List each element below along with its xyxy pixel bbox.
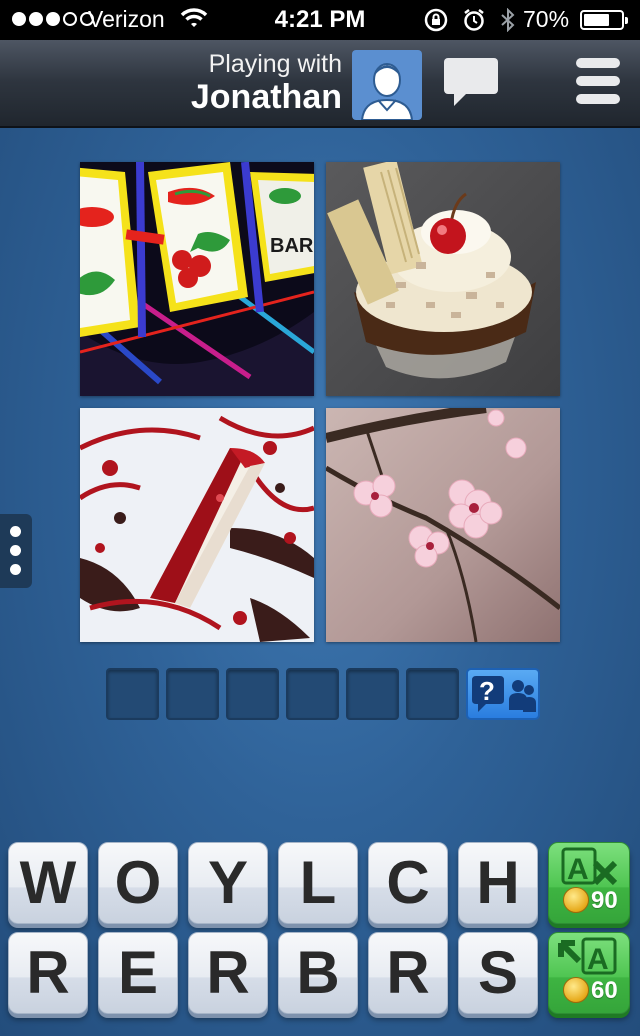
bluetooth-icon [500, 7, 516, 37]
powerup-cost: 60 [591, 977, 618, 1004]
picture-slot-machine[interactable]: BAR [80, 162, 314, 396]
chat-icon[interactable] [442, 56, 500, 113]
alarm-icon [462, 8, 486, 37]
side-menu-handle[interactable] [0, 514, 32, 588]
avatar[interactable] [352, 50, 422, 120]
ask-friends-button[interactable]: ? [466, 668, 540, 720]
battery-icon [580, 10, 628, 30]
letter-tile[interactable]: S [458, 932, 538, 1014]
question-icon: ? [472, 676, 504, 712]
coin-icon [563, 977, 589, 1003]
coin-icon [563, 887, 589, 913]
answer-slot[interactable] [406, 668, 459, 720]
friends-icon [509, 680, 536, 712]
battery-nub [625, 17, 628, 24]
arrow-icon [558, 940, 582, 964]
letter-tile[interactable]: E [98, 932, 178, 1014]
letter-tile[interactable]: O [98, 842, 178, 924]
svg-text:BAR: BAR [270, 235, 314, 257]
letter-tile[interactable]: R [8, 932, 88, 1014]
playing-with-label: Playing with [208, 50, 342, 78]
reveal-letter-button[interactable]: A 60 [548, 932, 630, 1014]
opponent-name: Jonathan [190, 78, 342, 116]
reveal-letter-glyph: A [587, 943, 609, 976]
handle-dot [10, 564, 21, 575]
battery-fill [584, 14, 609, 26]
menu-icon[interactable] [574, 56, 622, 113]
remove-letters-button[interactable]: A 90 [548, 842, 630, 924]
answer-slot[interactable] [166, 668, 219, 720]
svg-text:?: ? [479, 676, 495, 706]
rotation-lock-icon [424, 8, 448, 37]
status-icons [424, 7, 516, 37]
letter-tile[interactable]: H [458, 842, 538, 924]
handle-dot [10, 545, 21, 556]
x-icon [592, 860, 618, 886]
handle-dot [10, 526, 21, 537]
letter-tile[interactable]: L [278, 842, 358, 924]
person-icon [360, 63, 414, 120]
answer-slot[interactable] [286, 668, 339, 720]
letter-tile[interactable]: C [368, 842, 448, 924]
letter-tile[interactable]: B [278, 932, 358, 1014]
game-header: Playing with Jonathan [0, 40, 640, 128]
answer-slot[interactable] [226, 668, 279, 720]
picture-ice-cream-sundae[interactable] [326, 162, 560, 396]
remove-letter-glyph: A [567, 853, 589, 886]
status-bar: Verizon 4:21 PM 70% [0, 0, 640, 40]
picture-cheesecake-slice[interactable] [80, 408, 314, 642]
letter-tile[interactable]: R [368, 932, 448, 1014]
picture-cherry-blossom-branch[interactable] [326, 408, 560, 642]
battery-percent: 70% [523, 6, 570, 32]
letter-tile[interactable]: Y [188, 842, 268, 924]
letter-tile[interactable]: W [8, 842, 88, 924]
powerup-cost: 90 [591, 887, 618, 914]
answer-slot[interactable] [106, 668, 159, 720]
letter-tile[interactable]: R [188, 932, 268, 1014]
answer-slot[interactable] [346, 668, 399, 720]
